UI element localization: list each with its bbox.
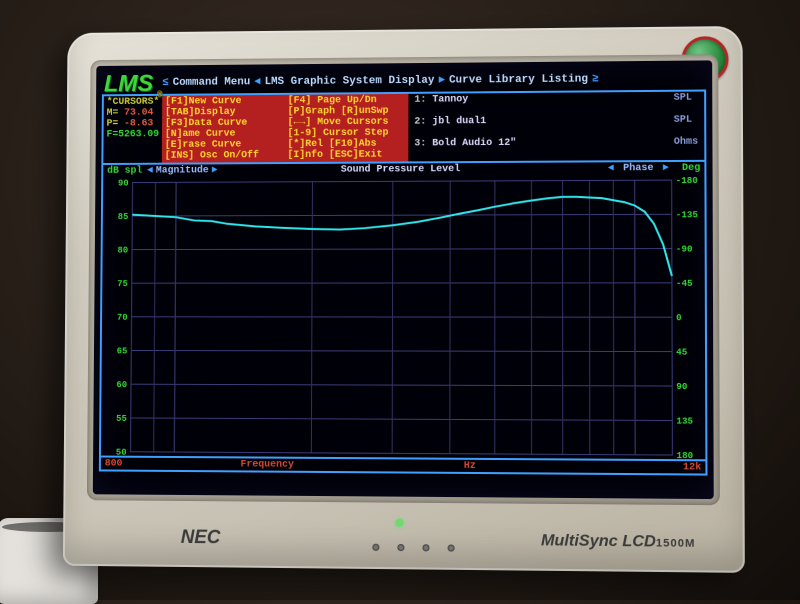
chevron-right-icon: ► xyxy=(660,163,672,174)
plot-area[interactable]: 50 55 60 65 70 75 80 85 90 -180 -135 -90 -45 0 45 90 13… xyxy=(99,176,707,461)
command-list: [F1]New Curve [F4] Page Up/Dn [TAB]Displa… xyxy=(162,94,409,163)
legend-1-idx: 1: xyxy=(414,95,426,117)
registered-icon: ® xyxy=(157,91,162,100)
y-right-unit: Deg xyxy=(672,164,705,174)
cursor-m-value: 73.04 xyxy=(118,108,153,119)
cmd-new-curve[interactable]: [F1]New Curve xyxy=(165,96,282,108)
menu-box: *CURSORS* M= 73.04 P= -8.63 F=5263.09 [F… xyxy=(101,90,706,165)
crt-monitor: LMS ® ≤ Command Menu ◄ LMS Graphic Syste… xyxy=(63,26,745,573)
chevron-right-icon: ≥ xyxy=(592,74,599,85)
legend-1-name: Tannoy xyxy=(432,93,667,117)
svg-text:90: 90 xyxy=(118,179,129,189)
svg-text:180: 180 xyxy=(677,451,694,459)
svg-text:60: 60 xyxy=(116,380,127,390)
legend-3-idx: 3: xyxy=(414,138,426,160)
magnitude-label: Magnitude xyxy=(156,166,209,176)
model-prefix: MultiSync xyxy=(541,532,622,550)
svg-text:135: 135 xyxy=(676,416,693,426)
plot-svg: 50 55 60 65 70 75 80 85 90 -180 -135 -90 -45 0 45 90 13… xyxy=(101,176,705,459)
cursor-p-label: P= xyxy=(107,119,119,130)
monitor-bezel: LMS ® ≤ Command Menu ◄ LMS Graphic Syste… xyxy=(87,54,720,505)
chevron-left-icon: ≤ xyxy=(162,78,169,89)
cursor-p-value: -8.63 xyxy=(118,118,153,129)
phase-group: ◄ Phase ► xyxy=(605,164,672,174)
phase-label: Phase xyxy=(623,163,653,174)
chevron-left-icon: ◄ xyxy=(605,163,617,174)
cmd-osc[interactable]: [INS] Osc On/Off xyxy=(165,150,282,162)
x-max: 12k xyxy=(683,462,701,473)
x-min: 800 xyxy=(105,458,123,469)
cmd-move-cursor[interactable]: [←→] Move Cursors xyxy=(288,117,406,129)
svg-text:85: 85 xyxy=(118,212,129,222)
monitor-model: MultiSync LCD1500M xyxy=(541,532,696,552)
svg-text:50: 50 xyxy=(116,448,127,458)
svg-text:70: 70 xyxy=(117,313,128,323)
legend-2-name: jbl dual1 xyxy=(432,115,667,139)
monitor-brand: NEC xyxy=(181,527,221,549)
monitor-buttons[interactable] xyxy=(372,544,454,552)
legend-2-unit: SPL xyxy=(674,115,698,137)
svg-text:-180: -180 xyxy=(676,176,698,186)
svg-text:45: 45 xyxy=(676,348,687,358)
power-led-icon xyxy=(395,519,403,527)
cursor-f-value: 5263.09 xyxy=(118,129,159,140)
title-seg-main: LMS Graphic System Display xyxy=(265,76,435,88)
y-left-unit: dB spl xyxy=(103,167,144,177)
cursor-readout: *CURSORS* M= 73.04 P= -8.63 F=5263.09 xyxy=(103,96,162,163)
legend-1-unit: SPL xyxy=(674,93,698,115)
model-suffix: 1500M xyxy=(656,537,696,550)
model-main: LCD xyxy=(622,533,656,551)
svg-text:-90: -90 xyxy=(676,244,693,254)
svg-text:65: 65 xyxy=(117,346,128,356)
legend-3-name: Bold Audio 12" xyxy=(432,137,667,160)
cmd-info-exit[interactable]: [I]nfo [ESC]Exit xyxy=(287,149,405,161)
svg-text:0: 0 xyxy=(676,313,682,323)
legend-2-idx: 2: xyxy=(414,117,426,139)
svg-text:-45: -45 xyxy=(676,279,693,289)
cmd-name-curve[interactable]: [N]ame Curve xyxy=(165,128,282,140)
screen: LMS ® ≤ Command Menu ◄ LMS Graphic Syste… xyxy=(93,60,714,499)
chevron-right-icon: ► xyxy=(438,76,445,87)
svg-text:90: 90 xyxy=(676,382,687,392)
app-logo: LMS ® xyxy=(102,71,161,96)
cmd-rel-abs[interactable]: [*]Rel [F10]Abs xyxy=(287,139,405,151)
title-seg-command: Command Menu xyxy=(173,77,251,88)
x-label: Frequency xyxy=(240,459,294,470)
svg-text:75: 75 xyxy=(117,279,128,289)
x-unit: Hz xyxy=(464,460,476,471)
cmd-erase-curve[interactable]: [E]rase Curve xyxy=(165,139,282,151)
curve-legend: 1: Tannoy SPL 2: jbl dual1 SPL 3: Bold Audio … xyxy=(408,92,704,162)
plot-title: Sound Pressure Level xyxy=(341,165,460,176)
cursor-m-label: M= xyxy=(107,108,119,119)
chevron-left-icon: ◄ xyxy=(144,167,156,177)
svg-text:-135: -135 xyxy=(676,210,698,220)
cmd-cursor-step[interactable]: [1-9] Cursor Step xyxy=(288,128,406,140)
title-seg-library: Curve Library Listing xyxy=(449,74,588,86)
cmd-page[interactable]: [F4] Page Up/Dn xyxy=(288,95,406,107)
cmd-graph-run[interactable]: [P]Graph [R]unSwp xyxy=(288,106,406,118)
chevron-left-icon: ◄ xyxy=(254,77,261,88)
cmd-data-curve[interactable]: [F3]Data Curve xyxy=(165,118,282,130)
cursor-f-label: F= xyxy=(106,130,118,141)
svg-text:80: 80 xyxy=(117,246,128,256)
legend-3-unit: Ohms xyxy=(674,137,698,159)
logo-text: LMS xyxy=(104,70,153,97)
cmd-display[interactable]: [TAB]Display xyxy=(165,107,282,119)
chevron-right-icon: ► xyxy=(209,166,221,176)
cursor-header: *CURSORS* xyxy=(107,97,160,108)
svg-text:55: 55 xyxy=(116,414,127,424)
